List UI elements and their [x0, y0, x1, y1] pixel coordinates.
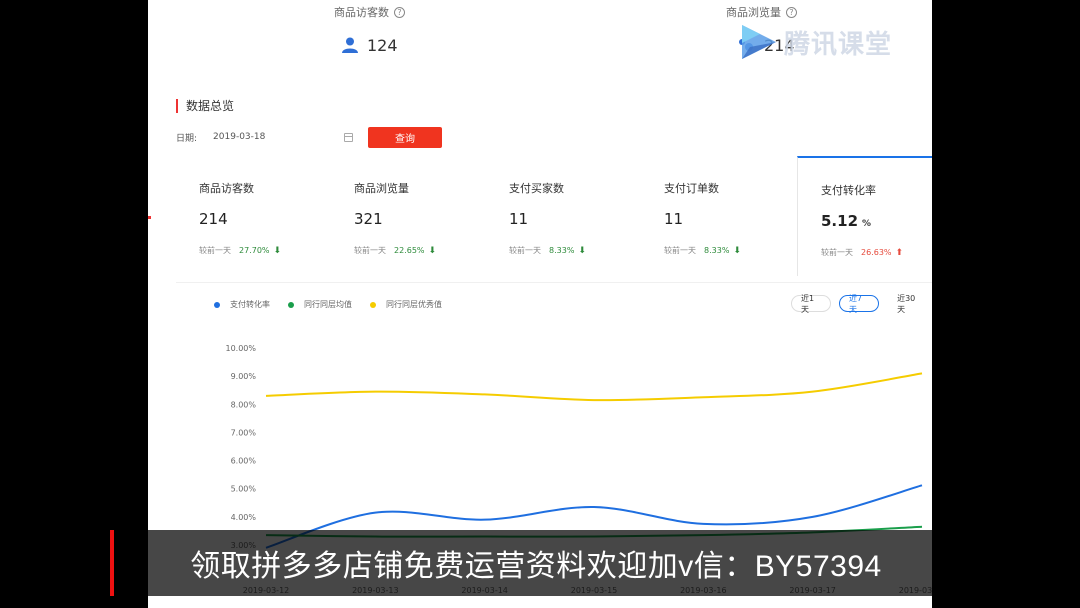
top-stat-visitors-value: 124 — [341, 36, 398, 55]
chart-legend: 支付转化率 同行同层均值 同行同层优秀值 — [214, 299, 460, 310]
metric-change: 26.63% — [861, 248, 892, 257]
date-filter: 日期: 2019-03-18 查询 — [176, 126, 443, 148]
metric-label: 商品访客数 — [199, 182, 254, 195]
series-line-peer-excellent[interactable] — [265, 372, 923, 402]
metric-card-visitors[interactable]: 商品访客数 214 较前一天 27.70% ⬇ — [199, 156, 354, 276]
top-stat-pageviews-label: 商品浏览量? — [726, 4, 797, 20]
metric-compare: 较前一天 26.63% ⬆ — [821, 248, 904, 258]
y-tick-label: 5.00% — [231, 485, 257, 494]
metric-label: 商品浏览量 — [354, 182, 409, 195]
y-tick-label: 8.00% — [231, 400, 257, 409]
tab-30-days[interactable]: 近30天 — [887, 294, 932, 314]
metric-compare: 较前一天 8.33% ⬇ — [664, 246, 741, 256]
metric-change: 8.33% — [704, 246, 730, 255]
legend-item-peer-excellent[interactable]: 同行同层优秀值 — [370, 299, 442, 310]
arrow-down-icon: ⬇ — [578, 246, 586, 256]
metric-label: 支付买家数 — [509, 182, 564, 195]
arrow-down-icon: ⬇ — [733, 246, 741, 256]
metrics-row: 商品访客数 214 较前一天 27.70% ⬇ 商品浏览量 321 较前一天 22.6… — [148, 156, 932, 276]
y-tick-label: 10.00% — [225, 344, 256, 353]
legend-dot — [288, 301, 294, 308]
metric-change: 22.65% — [394, 246, 425, 255]
date-label: 日期: — [176, 133, 198, 144]
subtitle-bar: 领取拼多多店铺免费运营资料欢迎加v信：BY57394 — [110, 530, 958, 596]
help-icon[interactable]: ? — [786, 7, 797, 18]
metric-card-pageviews[interactable]: 商品浏览量 321 较前一天 22.65% ⬇ — [354, 156, 509, 276]
metric-change: 27.70% — [239, 246, 270, 255]
legend-dot — [214, 301, 220, 308]
y-tick-label: 6.00% — [231, 457, 257, 466]
metric-compare: 较前一天 8.33% ⬇ — [509, 246, 586, 256]
arrow-down-icon: ⬇ — [273, 246, 282, 256]
date-input[interactable]: 2019-03-18 — [205, 127, 357, 147]
tab-7-days[interactable]: 近7天 — [839, 294, 880, 314]
metric-card-buyers[interactable]: 支付买家数 11 较前一天 8.33% ⬇ — [509, 156, 664, 276]
metric-compare: 较前一天 22.65% ⬇ — [354, 246, 437, 256]
arrow-down-icon: ⬇ — [428, 246, 437, 256]
person-icon — [342, 37, 358, 53]
metric-label: 支付转化率 — [821, 184, 876, 197]
top-stat-visitors-label: 商品访客数? — [334, 4, 405, 20]
date-value: 2019-03-18 — [213, 132, 266, 142]
metric-label: 支付订单数 — [664, 182, 719, 195]
metric-value: 11 — [509, 210, 529, 228]
metric-card-orders[interactable]: 支付订单数 11 较前一天 8.33% ⬇ — [664, 156, 819, 276]
tab-1-day[interactable]: 近1天 — [791, 294, 832, 314]
query-button[interactable]: 查询 — [368, 126, 443, 148]
metric-value: 321 — [354, 210, 383, 228]
metric-card-conversion[interactable]: 支付转化率 5.12% 较前一天 26.63% ⬆ — [797, 156, 932, 276]
edge-marker — [148, 216, 151, 219]
help-icon[interactable]: ? — [394, 7, 405, 18]
arrow-up-icon: ⬆ — [895, 248, 904, 258]
section-title: 数据总览 — [176, 99, 234, 113]
metric-value: 5.12% — [821, 212, 872, 230]
metric-value: 214 — [199, 210, 228, 228]
dashboard-page: 商品访客数? 124 商品浏览量? 214 腾讯课堂 数据总览 日期: 2019… — [148, 0, 932, 608]
tencent-classroom-watermark: 腾讯课堂 — [736, 22, 892, 62]
range-tabs: 近1天 近7天 近30天 — [783, 294, 932, 314]
legend-item-conversion[interactable]: 支付转化率 — [214, 299, 270, 310]
y-tick-label: 7.00% — [231, 428, 257, 437]
tencent-classroom-logo-icon — [742, 25, 776, 59]
subtitle-text: 领取拼多多店铺免费运营资料欢迎加v信：BY57394 — [190, 550, 882, 583]
y-tick-label: 9.00% — [231, 372, 257, 381]
legend-dot — [370, 301, 376, 308]
calendar-icon[interactable] — [344, 132, 354, 142]
metric-change: 8.33% — [549, 246, 575, 255]
legend-item-peer-average[interactable]: 同行同层均值 — [288, 299, 352, 310]
metric-value: 11 — [664, 210, 684, 228]
video-frame: 商品访客数? 124 商品浏览量? 214 腾讯课堂 数据总览 日期: 2019… — [0, 0, 1080, 608]
metric-compare: 较前一天 27.70% ⬇ — [199, 246, 282, 256]
y-tick-label: 4.00% — [231, 513, 257, 522]
